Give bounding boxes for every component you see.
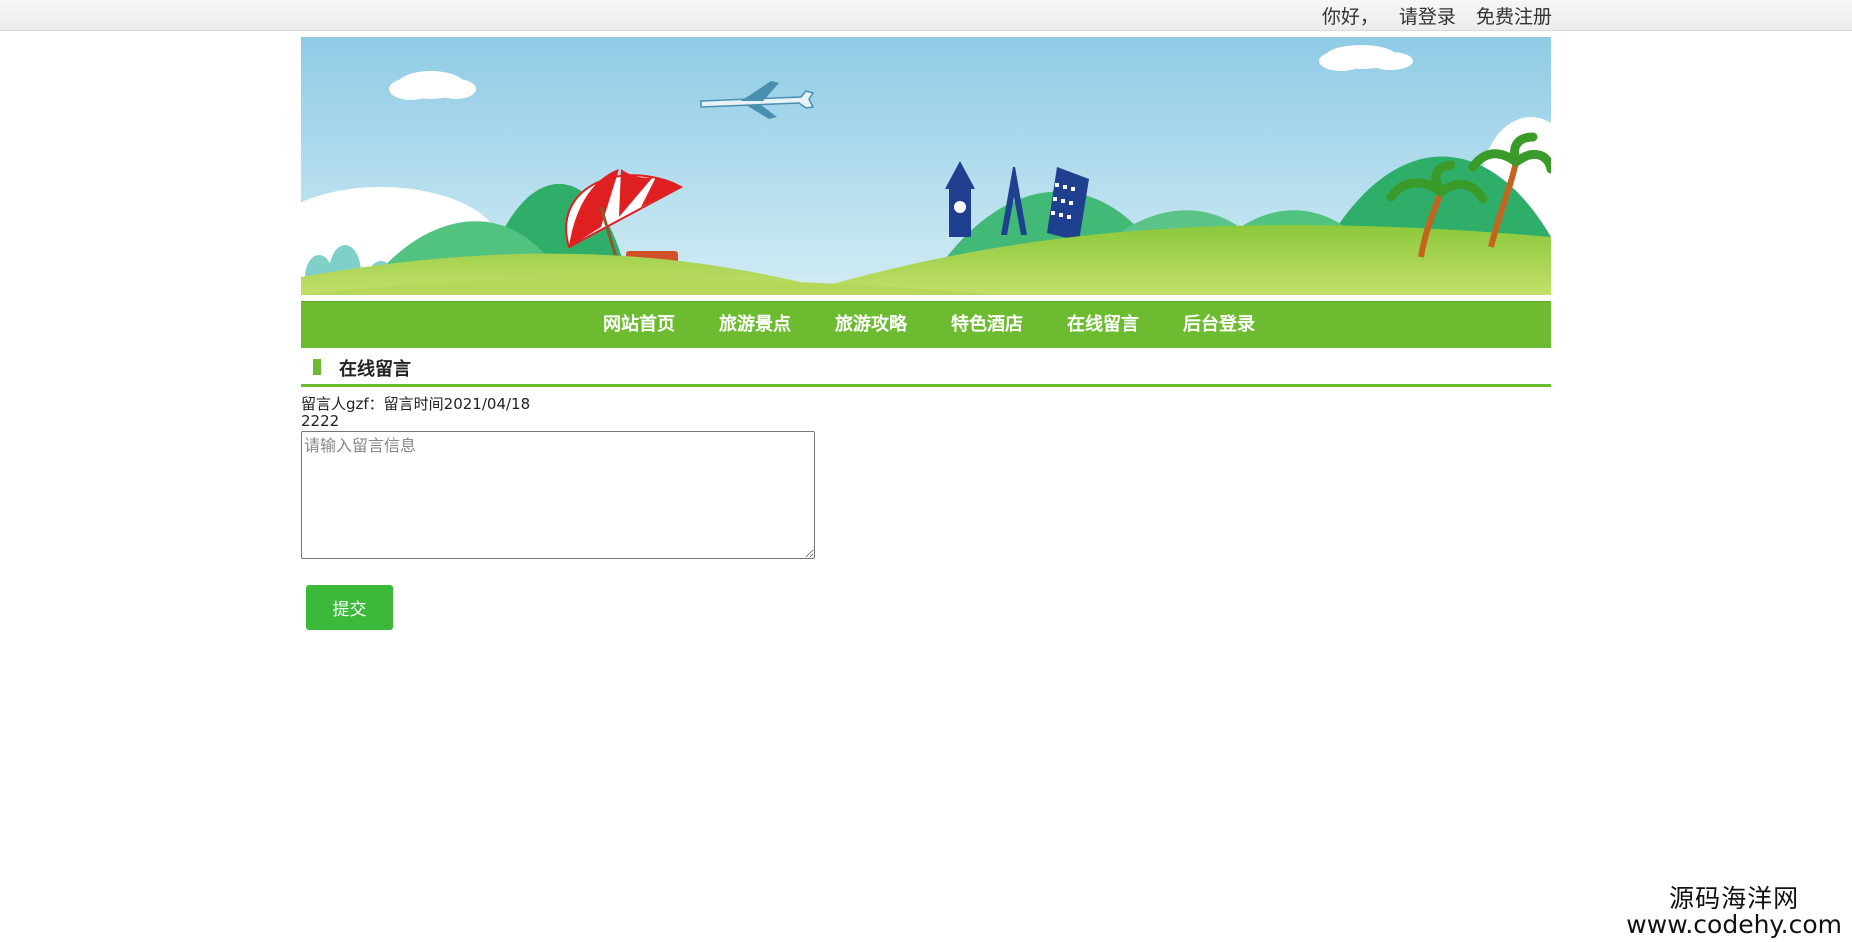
message-content: 2222 xyxy=(301,412,340,430)
nav-item-admin-login[interactable]: 后台登录 xyxy=(1183,302,1255,348)
nav-item-hotels[interactable]: 特色酒店 xyxy=(951,302,1023,348)
nav-list: 网站首页 旅游景点 旅游攻略 特色酒店 在线留言 后台登录 xyxy=(603,302,1299,348)
register-link[interactable]: 免费注册 xyxy=(1476,6,1552,28)
section-title: 在线留言 xyxy=(339,359,411,380)
user-links: 你好， 请登录 免费注册 xyxy=(1308,2,1552,29)
submit-button[interactable]: 提交 xyxy=(306,585,393,630)
nav-item-messages[interactable]: 在线留言 xyxy=(1067,302,1139,348)
main-nav: 网站首页 旅游景点 旅游攻略 特色酒店 在线留言 后台登录 xyxy=(301,301,1551,348)
greeting-text: 你好， xyxy=(1321,6,1379,28)
watermark-url: www.codehy.com xyxy=(1626,910,1842,940)
nav-item-guides[interactable]: 旅游攻略 xyxy=(835,302,907,348)
message-input[interactable] xyxy=(301,431,815,559)
login-link[interactable]: 请登录 xyxy=(1399,6,1456,28)
watermark: 源码海洋网 www.codehy.com xyxy=(1626,884,1842,940)
message-meta: 留言人gzf：留言时间2021/04/18 xyxy=(301,395,531,413)
banner-image xyxy=(301,37,1551,295)
section-header: 在线留言 xyxy=(301,350,1551,387)
top-bar: 你好， 请登录 免费注册 xyxy=(0,0,1852,31)
watermark-name: 源码海洋网 xyxy=(1669,884,1800,913)
section-marker xyxy=(313,359,321,375)
nav-item-home[interactable]: 网站首页 xyxy=(603,302,675,348)
nav-item-attractions[interactable]: 旅游景点 xyxy=(719,302,791,348)
